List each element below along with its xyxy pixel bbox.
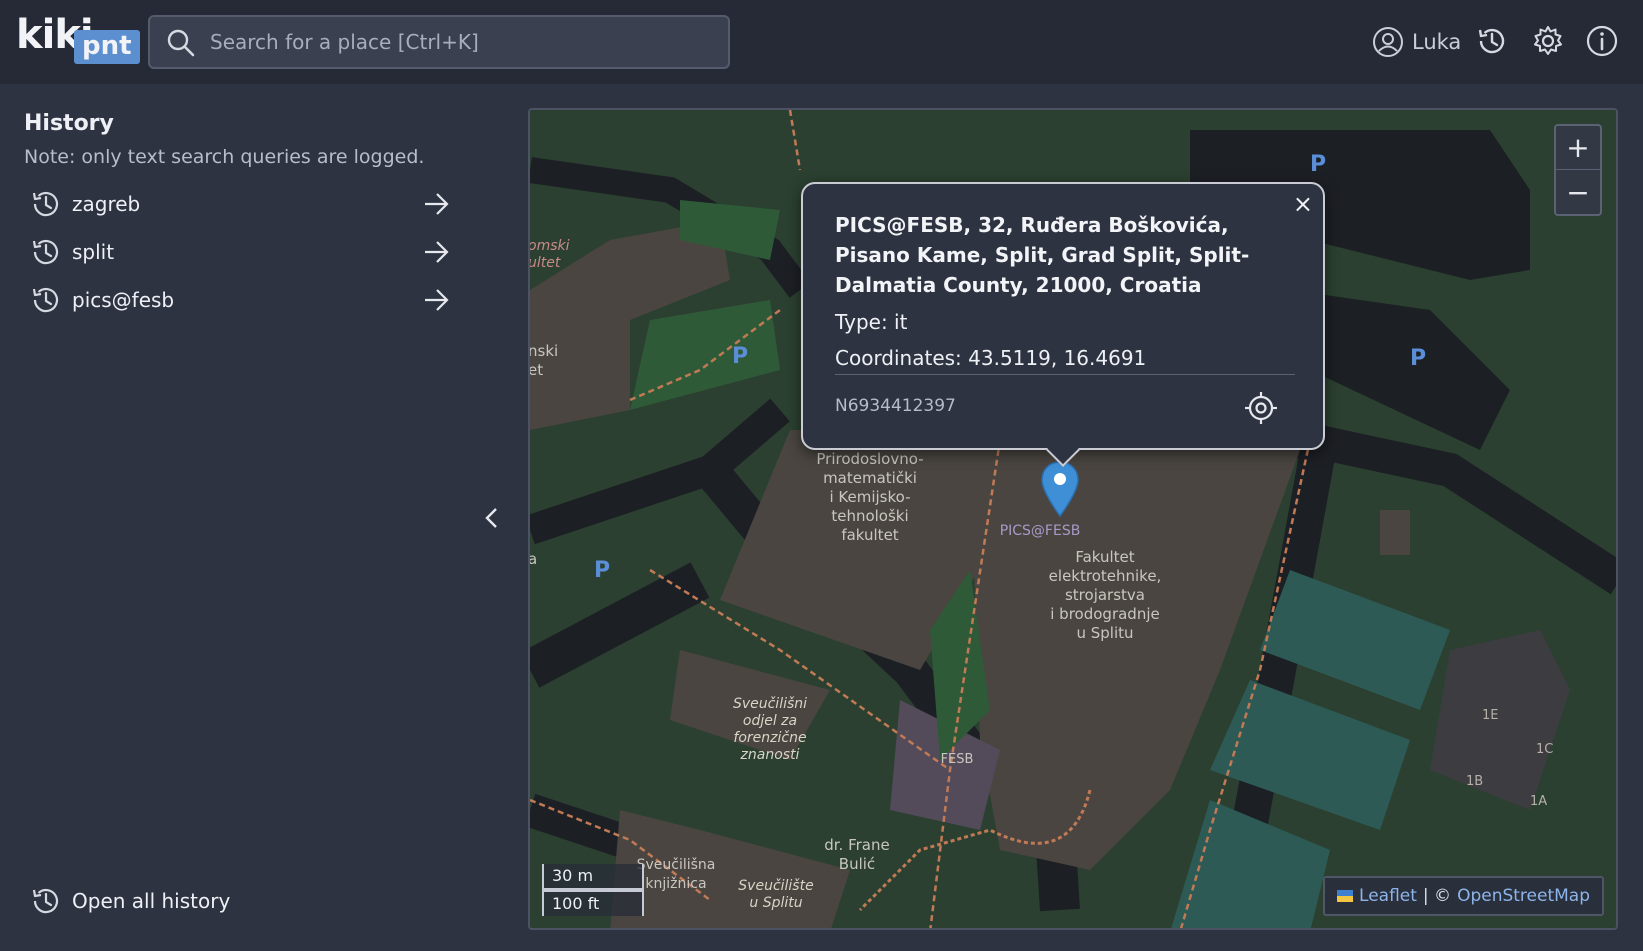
- popup-type: Type: it: [835, 310, 908, 334]
- history-item-label: split: [72, 240, 115, 264]
- building-number: 1A: [1530, 794, 1548, 809]
- history-title: History: [24, 111, 114, 136]
- location-marker-icon[interactable]: [1040, 460, 1080, 520]
- close-icon[interactable]: ×: [1293, 190, 1313, 218]
- map-view[interactable]: P P P P 1E 1C 1B 1A Prirodoslovno- matem…: [528, 108, 1618, 930]
- parking-label: P: [732, 344, 749, 369]
- gear-icon[interactable]: [1531, 24, 1565, 58]
- scale-imperial: 100 ft: [542, 890, 644, 916]
- zoom-in-button[interactable]: +: [1556, 126, 1600, 170]
- parking-label: P: [1410, 346, 1427, 371]
- map-label-bulic: dr. Frane Bulić: [824, 836, 890, 873]
- map-label-edge: nski et: [528, 342, 559, 379]
- arrow-right-icon[interactable]: [422, 190, 450, 218]
- zoom-out-button[interactable]: −: [1556, 170, 1600, 214]
- history-item-label: pics@fesb: [72, 288, 175, 312]
- map-label-edge: a: [528, 550, 538, 568]
- map-label-fesb-cafe: FESB: [940, 752, 974, 767]
- history-icon: [32, 191, 59, 217]
- ukraine-flag-icon: [1337, 890, 1354, 902]
- map-label-edge: omski ultet: [528, 238, 570, 271]
- attribution-separator: | ©: [1422, 886, 1452, 906]
- zoom-control: + −: [1554, 124, 1602, 216]
- history-item-label: zagreb: [72, 192, 141, 216]
- search-box[interactable]: [148, 15, 730, 69]
- parking-label: P: [594, 558, 611, 583]
- map-label-fesb-building: Fakultet elektrotehnike, strojarstva i b…: [1048, 548, 1162, 642]
- user-icon: [1373, 27, 1403, 57]
- user-menu[interactable]: Luka: [1372, 24, 1461, 60]
- marker-label: PICS@FESB: [999, 523, 1081, 539]
- scale-metric: 30 m: [542, 864, 644, 890]
- app-header: kiki pnt Luka: [0, 0, 1643, 84]
- popup-title: PICS@FESB, 32, Ruđera Boškovića, Pisano …: [835, 213, 1250, 297]
- popup-osm-id: N6934412397: [835, 396, 956, 416]
- history-note: Note: only text search queries are logge…: [24, 146, 425, 168]
- history-icon: [32, 888, 59, 914]
- history-icon[interactable]: [1475, 24, 1509, 58]
- place-popup: × PICS@FESB, 32, Ruđera Boškovića, Pisan…: [801, 182, 1325, 467]
- info-icon[interactable]: [1585, 24, 1619, 58]
- user-name: Luka: [1412, 30, 1462, 54]
- history-icon: [32, 239, 59, 265]
- parking-label: P: [1310, 152, 1327, 177]
- history-item[interactable]: zagreb: [30, 184, 450, 224]
- search-input[interactable]: [210, 27, 710, 57]
- arrow-right-icon[interactable]: [422, 238, 450, 266]
- open-all-history-label: Open all history: [72, 889, 231, 913]
- popup-coordinates: Coordinates: 43.5119, 16.4691: [835, 346, 1147, 370]
- map-attribution: Leaflet | © OpenStreetMap: [1323, 876, 1604, 916]
- map-label-forenzicne: Sveučilišni odjel za forenzične znanosti: [732, 696, 808, 763]
- history-item[interactable]: split: [30, 232, 450, 272]
- scale-bar: 30 m 100 ft: [542, 864, 644, 916]
- popup-divider: [835, 374, 1295, 375]
- app-logo[interactable]: kiki pnt: [16, 12, 140, 68]
- osm-link[interactable]: OpenStreetMap: [1457, 886, 1590, 906]
- building-number: 1C: [1536, 742, 1554, 757]
- history-icon: [32, 287, 59, 313]
- building-number: 1E: [1482, 708, 1499, 723]
- map-label-pmf: Prirodoslovno- matematički i Kemijsko- t…: [816, 450, 924, 544]
- locate-icon[interactable]: [1243, 390, 1279, 426]
- arrow-right-icon[interactable]: [422, 286, 450, 314]
- open-all-history-link[interactable]: Open all history: [30, 885, 230, 917]
- collapse-sidebar-button[interactable]: [482, 505, 502, 531]
- history-item[interactable]: pics@fesb: [30, 280, 450, 320]
- leaflet-link[interactable]: Leaflet: [1359, 886, 1417, 906]
- building-number: 1B: [1466, 774, 1484, 789]
- map-label-sveuciliste: Sveučilište u Splitu: [738, 878, 814, 911]
- logo-badge: pnt: [74, 30, 140, 64]
- search-icon: [167, 29, 195, 57]
